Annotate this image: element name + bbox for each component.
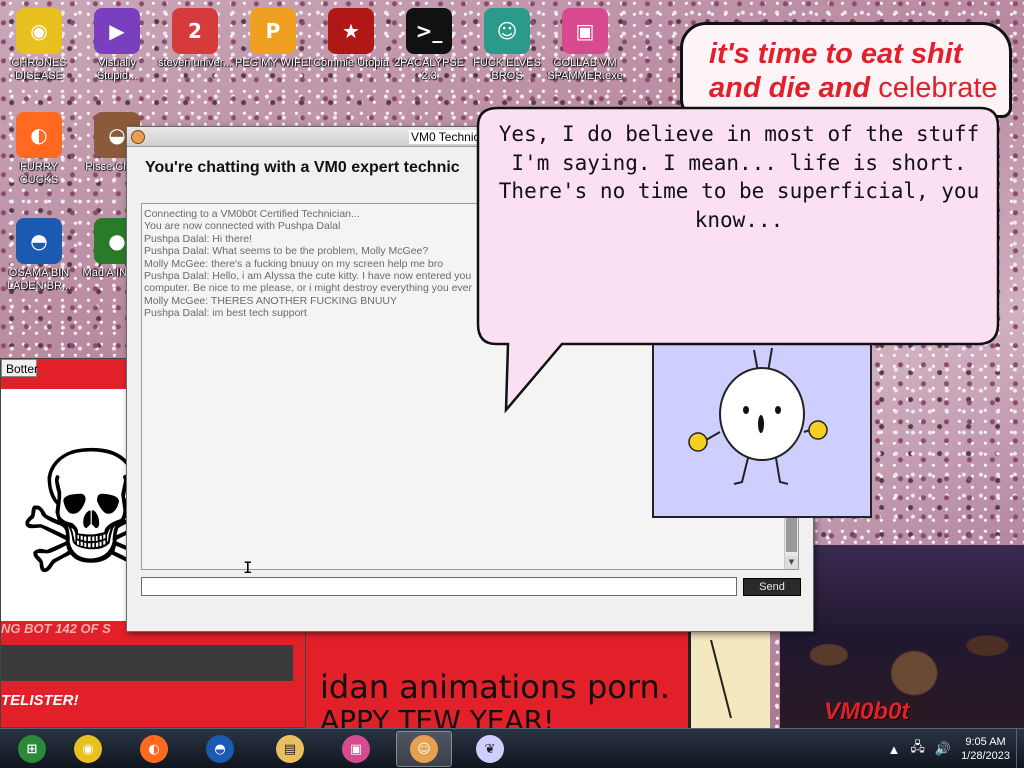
botter-dark-box	[1, 645, 293, 681]
clock-hand-drawing	[710, 639, 732, 719]
desktop-icon[interactable]: ▶ Visually Stupid...	[78, 8, 156, 83]
show-desktop-button[interactable]	[1016, 729, 1024, 768]
chat-heading: You're chatting with a VM0 expert techni…	[145, 159, 460, 176]
obama-logo-icon: ◓	[206, 735, 234, 763]
desktop-icon-label: COLLAB VM SPAMMER.exe	[547, 57, 623, 82]
botter-red-text: NG BOT 142 OF S	[1, 621, 111, 636]
network-icon[interactable]: 🖧	[910, 738, 925, 760]
banner-line-2a: and die and	[709, 72, 871, 104]
taskbar-vm-spammer[interactable]: ▣	[328, 731, 384, 767]
desktop-icon-label: Commie Utopia	[313, 57, 389, 69]
desktop-icon[interactable]: ★ Commie Utopia	[312, 8, 390, 70]
botter-title[interactable]: Botter	[1, 359, 38, 377]
clock-date: 1/28/2023	[961, 750, 1010, 762]
vm-spammer-icon: ▣	[562, 8, 608, 54]
desktop-icon[interactable]: ☺ FUCK ELVES BROS	[468, 8, 546, 83]
crowd-tag: VM0b0t	[824, 698, 910, 725]
taskbar-firefox[interactable]: ◐	[126, 731, 182, 767]
desktop-icon[interactable]: 2 steven univer...	[156, 8, 234, 70]
crowd-photo: VM0b0t	[780, 545, 1024, 728]
botter-lister: TELISTER!	[1, 692, 79, 709]
technician-icon: ☺	[410, 735, 438, 763]
tray-clock[interactable]: 9:05 AM 1/28/2023	[961, 735, 1010, 763]
taskbar-explorer[interactable]: ▤	[262, 731, 318, 767]
send-button[interactable]: Send	[743, 578, 801, 596]
taskbar-bunny[interactable]: ❦	[462, 731, 518, 767]
system-tray[interactable]: ▲ 🖧 🔊 9:05 AM 1/28/2023	[888, 735, 1011, 763]
banner-line-2b: celebrate	[878, 72, 998, 104]
taskbar-obama[interactable]: ◓	[192, 731, 248, 767]
chat-input[interactable]	[141, 577, 737, 596]
desktop-icon-label: PEG MY WIFE!	[234, 57, 312, 69]
clock-artwork	[688, 628, 770, 728]
desktop-icon[interactable]: ▣ COLLAB VM SPAMMER.exe	[546, 8, 624, 83]
desktop-icon[interactable]: ◓ OSAMA BIN LADEN BR...	[0, 218, 78, 293]
firefox-icon: ◐	[16, 112, 62, 158]
taskbar-chat[interactable]: ☺	[396, 731, 452, 767]
commie-icon: ★	[328, 8, 374, 54]
obama-logo-icon: ◓	[16, 218, 62, 264]
scroll-down-icon[interactable]: ▼	[785, 556, 798, 569]
volume-icon[interactable]: 🔊	[935, 741, 951, 757]
technician-icon	[131, 130, 145, 144]
chrome-icon: ◉	[74, 735, 102, 763]
taskbar-chrome[interactable]: ◉	[60, 731, 116, 767]
steven-universe-icon: 2	[172, 8, 218, 54]
taskbar: ⊞ ◉ ◐ ◓ ▤ ▣ ☺ ❦ ▲ 🖧 🔊 9:05 AM 1/28/2023	[0, 728, 1024, 768]
bunny-icon: ❦	[476, 735, 504, 763]
desktop-icon-label: FURRY CUCKS	[19, 161, 59, 186]
tray-chevron-up-icon[interactable]: ▲	[888, 742, 901, 757]
red-poster: idan animations porn. APPY TEW YEAR!	[300, 628, 690, 737]
desktop-icon-label: FUCK ELVES BROS	[473, 57, 541, 82]
elf-icon: ☺	[484, 8, 530, 54]
start-orb-icon: ⊞	[18, 735, 46, 763]
clock-time: 9:05 AM	[965, 736, 1006, 748]
chat-window-title: VM0 Technic	[409, 130, 482, 144]
chrome-icon: ◉	[16, 8, 62, 54]
desktop-icon-label: steven univer...	[158, 57, 232, 69]
desktop-icon-label: 2PACALYPSE 2.3	[394, 57, 464, 82]
banner-line-1: it's time to eat shit	[709, 38, 963, 70]
desktop-icon-label: Visually Stupid...	[96, 57, 138, 82]
poster-line-1: idan animations porn.	[320, 668, 670, 706]
peggle-icon: P	[250, 8, 296, 54]
speech-bubble-text: Yes, I do believe in most of the stuff I…	[498, 122, 980, 232]
taskbar-start-button[interactable]: ⊞	[4, 731, 60, 767]
desktop-icon[interactable]: >_ 2PACALYPSE 2.3	[390, 8, 468, 83]
desktop-icon-label: OSAMA BIN LADEN BR...	[6, 267, 72, 292]
desktop-icon-label: CHRONES DISEASE	[11, 57, 67, 82]
banner-line-2: and die and celebrate	[709, 71, 999, 105]
cmd-icon: >_	[406, 8, 452, 54]
firefox-icon: ◐	[140, 735, 168, 763]
desktop-icon[interactable]: P PEG MY WIFE!	[234, 8, 312, 70]
ibeam-cursor-icon: I	[243, 558, 253, 577]
desktop-icon[interactable]: ◐ FURRY CUCKS	[0, 112, 78, 187]
desktop-icon[interactable]: ◉ CHRONES DISEASE	[0, 8, 78, 83]
folder-icon: ▤	[276, 735, 304, 763]
visual-studio-icon: ▶	[94, 8, 140, 54]
vm-spammer-icon: ▣	[342, 735, 370, 763]
